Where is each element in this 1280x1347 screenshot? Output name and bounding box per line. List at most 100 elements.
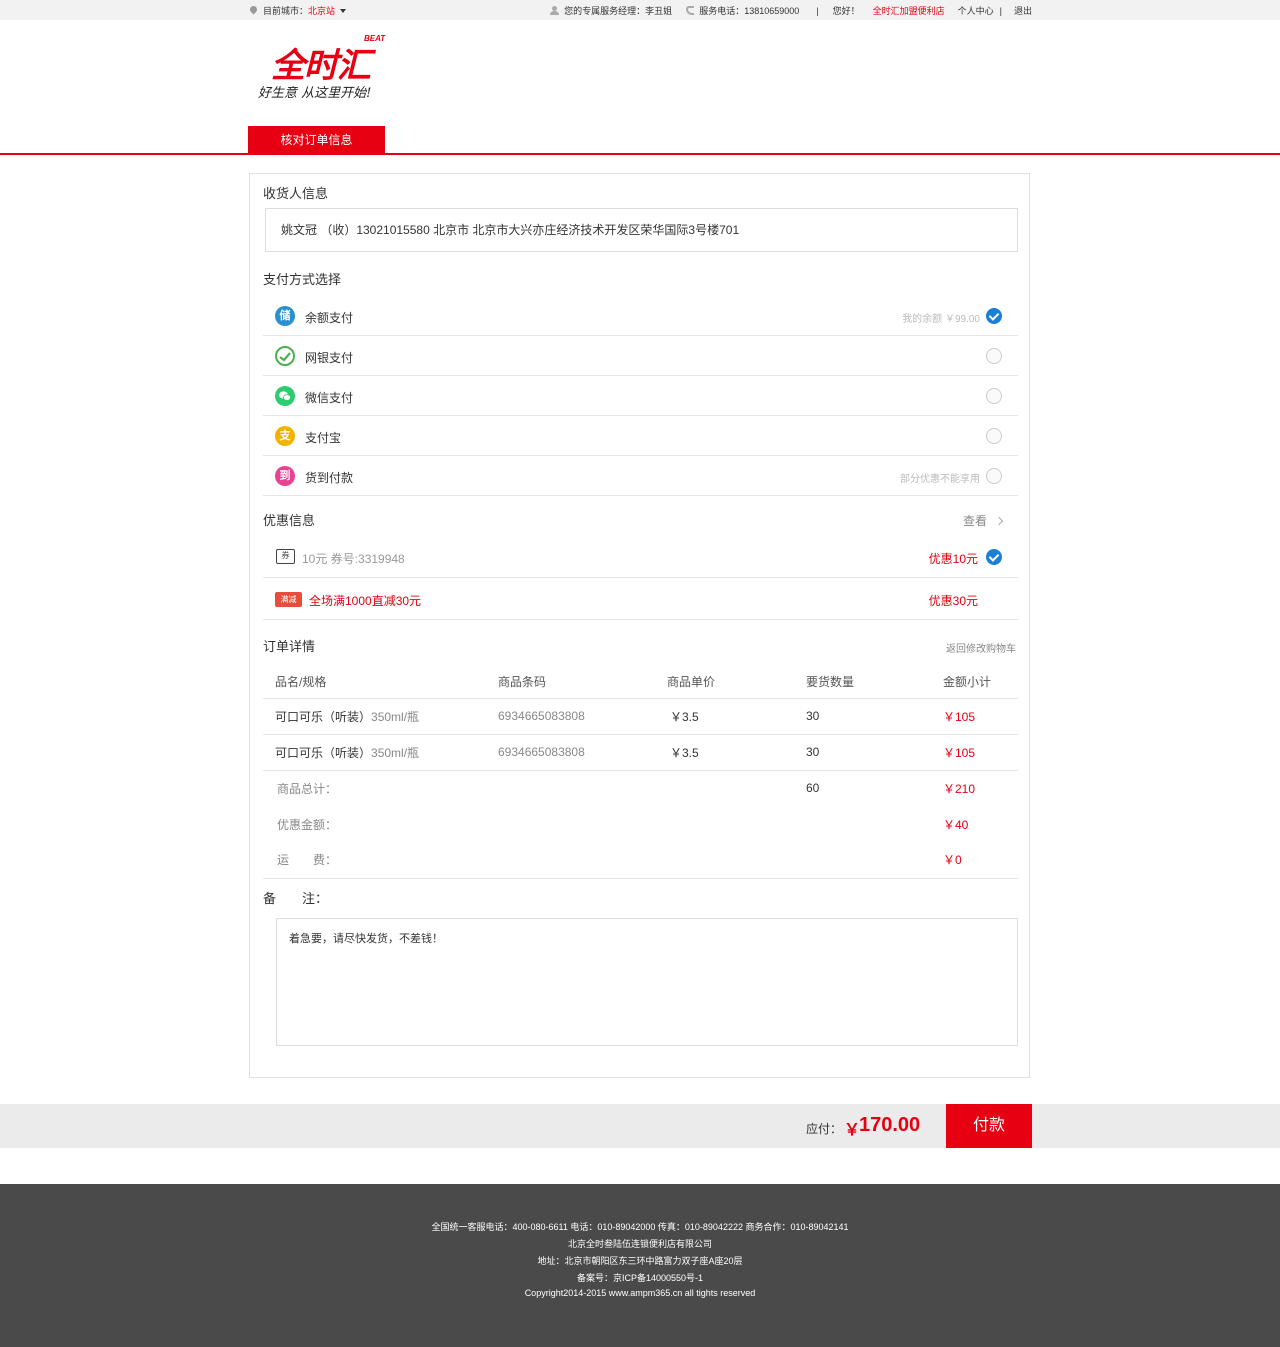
header-divider [0,153,1280,155]
shipping-label: 运 费： [277,853,338,868]
payment-option-cod[interactable]: 到 货到付款 部分优惠不能享用 [263,456,1018,496]
top-bar: 目前城市： 北京站 您的专属服务经理：李丑姐 服务电话：13810659000 … [0,0,1280,20]
table-header: 品名/规格 商品条码 商品单价 要货数量 金额小计 [263,666,1018,698]
receiver-title: 收货人信息 [263,186,329,201]
greeting: 您好！ [832,6,860,16]
item-name: 可口可乐（听装） [275,709,372,724]
col-name: 品名/规格 [275,675,327,690]
discount-amount: ￥40 [943,817,969,832]
receiver-address[interactable]: 姚文冠 （收）13021015580 北京市 北京市大兴亦庄经济技术开发区荣华国… [265,208,1018,252]
total-amount: ￥210 [943,769,1018,806]
item-qty: 30 [806,733,943,770]
location-pin-icon [250,6,257,15]
item-barcode: 6934665083808 [498,733,667,770]
discount-row: 优惠金额： ￥40 [263,806,1018,842]
table-row: 可口可乐（听装）350ml/瓶 6934665083808 ￥3.5 30 ￥1… [263,697,1018,734]
radio-icon[interactable] [986,428,1002,444]
radio-checked-icon[interactable] [986,549,1002,565]
cod-note: 部分优惠不能享用 [900,474,980,485]
wechat-icon [275,386,295,406]
shipping-row: 运 费： ￥0 [263,842,1018,878]
item-subtotal: ￥105 [943,733,1018,770]
caret-down-icon[interactable] [340,8,347,13]
checkout-bar: 应付： ￥ 170.00 付款 [0,1104,1280,1148]
balance-icon: 储 [275,306,295,326]
remark-textarea[interactable]: 着急要，请尽快发货，不差钱！ [276,918,1018,1046]
total-qty: 60 [806,769,943,806]
item-qty: 30 [806,697,943,734]
remark-label: 备 注： [263,891,329,906]
payment-option-label: 支付宝 [305,431,342,445]
order-title: 订单详情 [263,639,316,654]
separator: | [816,5,819,16]
col-subtotal: 金额小计 [943,675,992,690]
pay-button[interactable]: 付款 [946,1104,1032,1148]
city-selector[interactable]: 目前城市： 北京站 [250,4,347,17]
alipay-icon: 支 [275,426,295,446]
logout-link[interactable]: 退出 [1014,4,1032,17]
item-barcode: 6934665083808 [498,697,667,734]
logo-slogan: 好生意 从这里开始! [258,86,372,101]
discount-label: 优惠金额： [277,817,338,832]
footer-company: 北京全时叁陆伍连锁便利店有限公司 [567,1239,712,1249]
discount-title: 优惠信息 [263,513,316,528]
payment-option-label: 余额支付 [305,311,354,325]
payment-option-label: 网银支付 [305,351,354,365]
payment-option-bank[interactable]: 网银支付 [263,336,1018,376]
payment-option-label: 微信支付 [305,391,354,405]
view-label: 查看 [962,514,987,528]
col-barcode: 商品条码 [498,675,547,690]
amount-due: 170.00 [859,1114,921,1136]
item-price: ￥3.5 [667,733,806,770]
radio-icon[interactable] [986,468,1002,484]
item-subtotal: ￥105 [943,697,1018,734]
back-to-cart-link[interactable]: 返回修改购物车 [946,640,1016,655]
currency-symbol: ￥ [844,1122,861,1139]
service-manager-text: 您的专属服务经理：李丑姐 [564,6,673,16]
user-center-link[interactable]: 个人中心 [958,4,994,17]
franchise-link[interactable]: 全时汇加盟便利店 [873,4,945,17]
current-city[interactable]: 北京站 [308,4,335,17]
bank-icon [275,346,295,366]
radio-checked-icon[interactable] [986,308,1002,324]
logo-beat: BEAT [364,34,386,43]
item-price: ￥3.5 [667,697,806,734]
promo-text: 全场满1000直减30元 [309,594,422,608]
payment-option-balance[interactable]: 储 余额支付 我的余额 ￥99.00 [263,296,1018,336]
phone-icon [686,6,695,15]
radio-icon[interactable] [986,388,1002,404]
promo-badge: 满减 [275,592,302,607]
amount-due-label: 应付： [806,1122,843,1136]
service-phone: 服务电话：13810659000 [686,4,799,17]
col-qty: 要货数量 [806,675,855,690]
coupon-row[interactable]: 券 10元 券号:3319948 优惠10元 [263,536,1018,578]
coupon-value: 优惠10元 [928,552,978,566]
footer-address: 地址：北京市朝阳区东三环中路富力双子座A座20层 [537,1256,743,1266]
order-panel: 收货人信息 姚文冠 （收）13021015580 北京市 北京市大兴亦庄经济技术… [249,173,1030,1078]
person-icon [550,6,560,15]
coupon-text: 10元 券号:3319948 [302,552,405,566]
radio-icon[interactable] [986,348,1002,364]
service-phone-text: 服务电话：13810659000 [699,6,800,16]
separator: | [999,5,1002,16]
chevron-right-icon [994,516,1004,526]
coupon-icon: 券 [276,549,295,564]
cod-icon: 到 [275,466,295,486]
shipping-amount: ￥0 [943,853,962,868]
step-tab-check-order[interactable]: 核对订单信息 [248,126,385,154]
total-label: 商品总计： [263,769,498,806]
footer-contacts: 全国统一客服电话：400-080-6611 电话：010-89042000 传真… [431,1222,849,1232]
footer-icp: 备案号：京ICP备14000550号-1 [576,1273,704,1283]
payment-option-wechat[interactable]: 微信支付 [263,376,1018,416]
footer: 全国统一客服电话：400-080-6611 电话：010-89042000 传真… [0,1184,1280,1347]
col-price: 商品单价 [667,675,716,690]
city-label: 目前城市： [263,6,309,16]
view-discounts-link[interactable]: 查看 [962,512,1004,529]
brand-logo[interactable]: 全时汇 BEAT 好生意 从这里开始! [258,32,402,102]
service-manager: 您的专属服务经理：李丑姐 [550,4,672,17]
logo-text: 全时汇 [271,47,371,85]
payment-option-alipay[interactable]: 支 支付宝 [263,416,1018,456]
item-spec: 350ml/瓶 [371,745,420,760]
item-name: 可口可乐（听装） [275,745,372,760]
payment-option-label: 货到付款 [305,471,354,485]
